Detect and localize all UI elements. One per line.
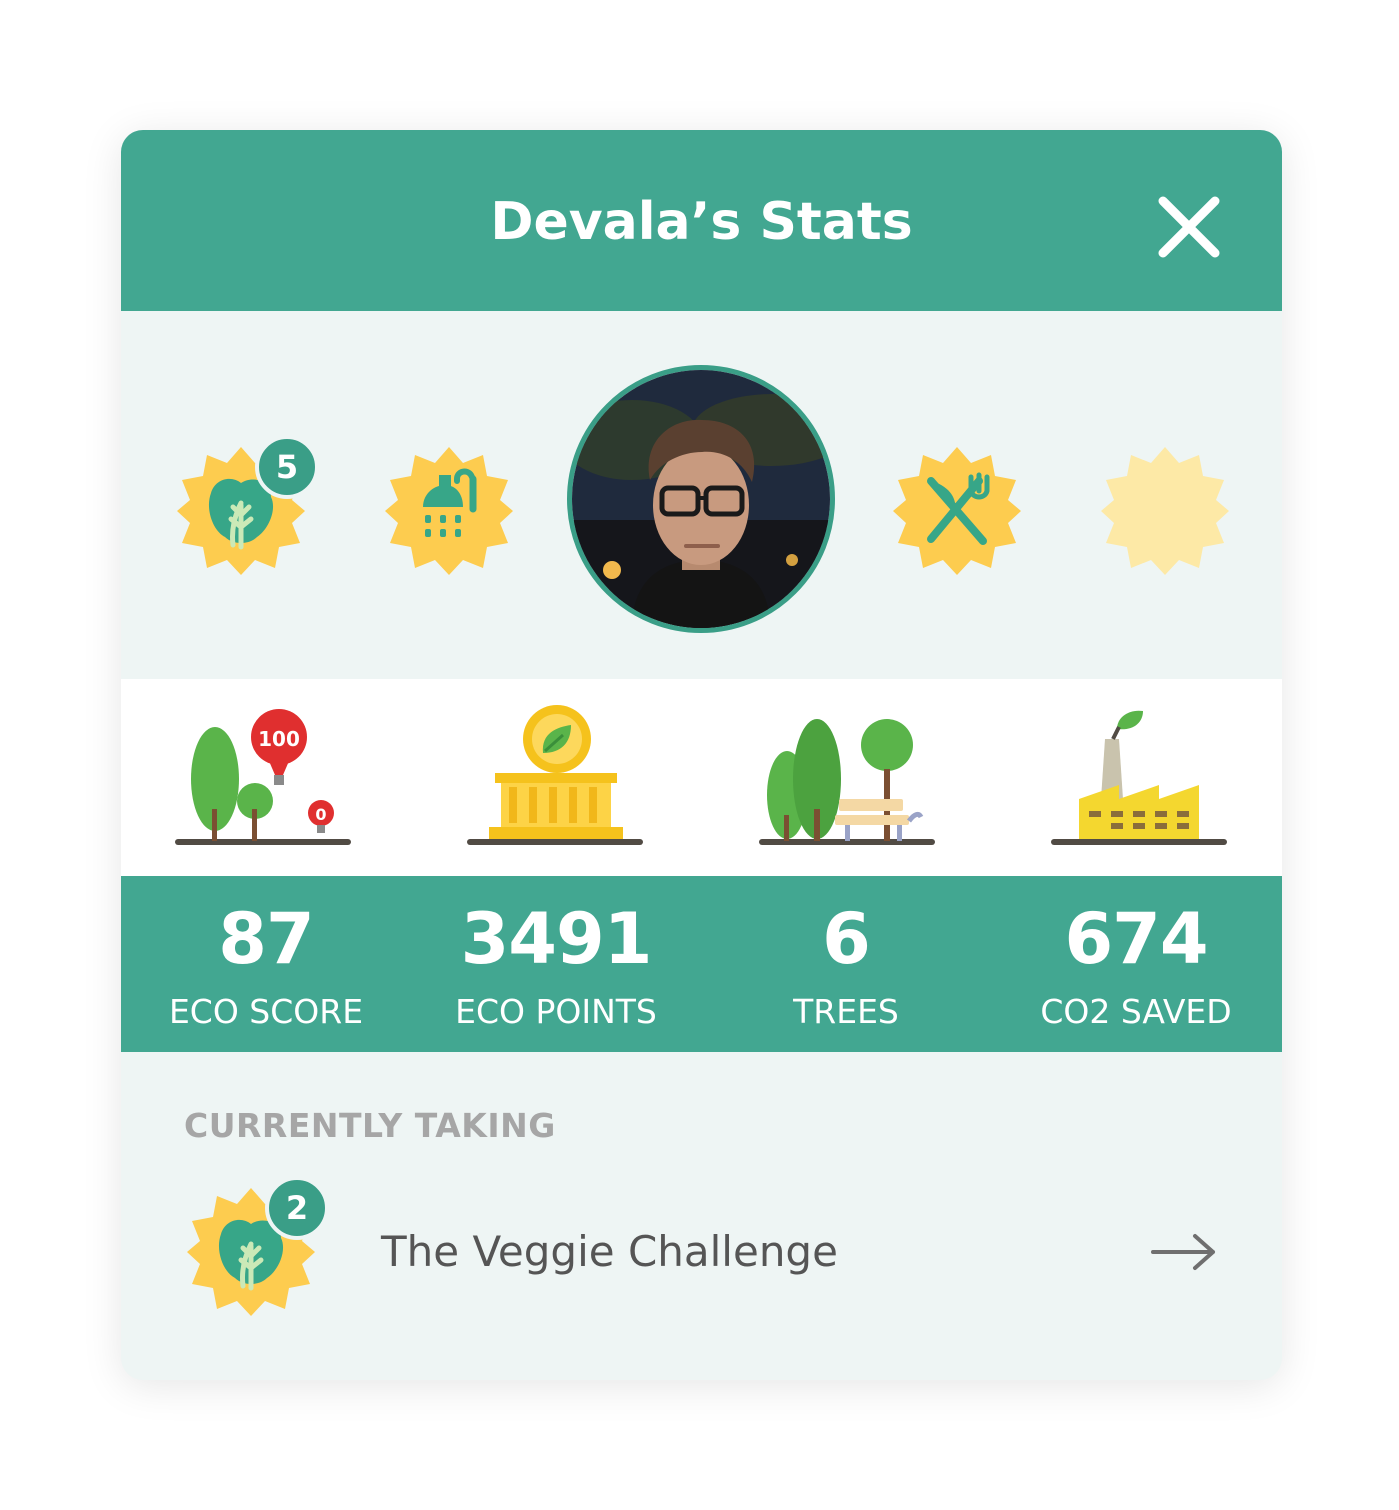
eco-score-value: 87	[218, 898, 314, 980]
trees-label: TREES	[793, 992, 899, 1031]
badges-row: 5	[121, 311, 1282, 679]
badge-utensils[interactable]	[891, 445, 1023, 577]
stats-card: Devala’s Stats 5 100 0 87 ECO SCORE 3491…	[121, 130, 1282, 1380]
trees-balloons-icon: 100 0	[175, 709, 351, 845]
current-challenge-row[interactable]: 2 The Veggie Challenge	[161, 1170, 1241, 1330]
close-button[interactable]	[1155, 193, 1223, 261]
challenge-badge: 2	[185, 1176, 329, 1318]
stat-icons-strip: 100 0	[121, 679, 1282, 876]
badge-count: 5	[255, 435, 319, 499]
shower-badge-icon	[385, 447, 513, 575]
eco-points-value: 3491	[460, 898, 653, 980]
challenge-name: The Veggie Challenge	[381, 1227, 838, 1276]
close-icon	[1158, 196, 1220, 258]
empty-badge-icon	[1101, 447, 1229, 575]
utensils-badge-icon	[893, 447, 1021, 575]
co2-saved-label: CO2 SAVED	[1040, 992, 1232, 1031]
co2-saved-value: 674	[1064, 898, 1208, 980]
currently-taking-heading: CURRENTLY TAKING	[184, 1106, 556, 1145]
factory-icon	[1051, 710, 1227, 845]
balloon-label-0: 0	[315, 805, 326, 824]
badge-locked[interactable]	[1099, 445, 1231, 577]
bank-coin-icon	[467, 705, 643, 845]
badge-shower[interactable]	[383, 445, 515, 577]
badge-lettuce[interactable]: 5	[175, 435, 319, 577]
page-title: Devala’s Stats	[490, 192, 913, 252]
trees-value: 6	[822, 898, 871, 980]
eco-score-label: ECO SCORE	[168, 992, 364, 1031]
header-bar: Devala’s Stats	[121, 130, 1282, 311]
avatar-photo	[572, 370, 830, 628]
arrow-right-icon[interactable]	[1151, 1232, 1217, 1272]
eco-points-label: ECO POINTS	[455, 992, 657, 1031]
challenge-count: 2	[265, 1176, 329, 1240]
avatar[interactable]	[567, 365, 835, 633]
stats-band: 87 ECO SCORE 3491 ECO POINTS 6 TREES 674…	[121, 876, 1282, 1052]
park-bench-icon	[759, 719, 935, 845]
balloon-label-100: 100	[258, 727, 300, 751]
